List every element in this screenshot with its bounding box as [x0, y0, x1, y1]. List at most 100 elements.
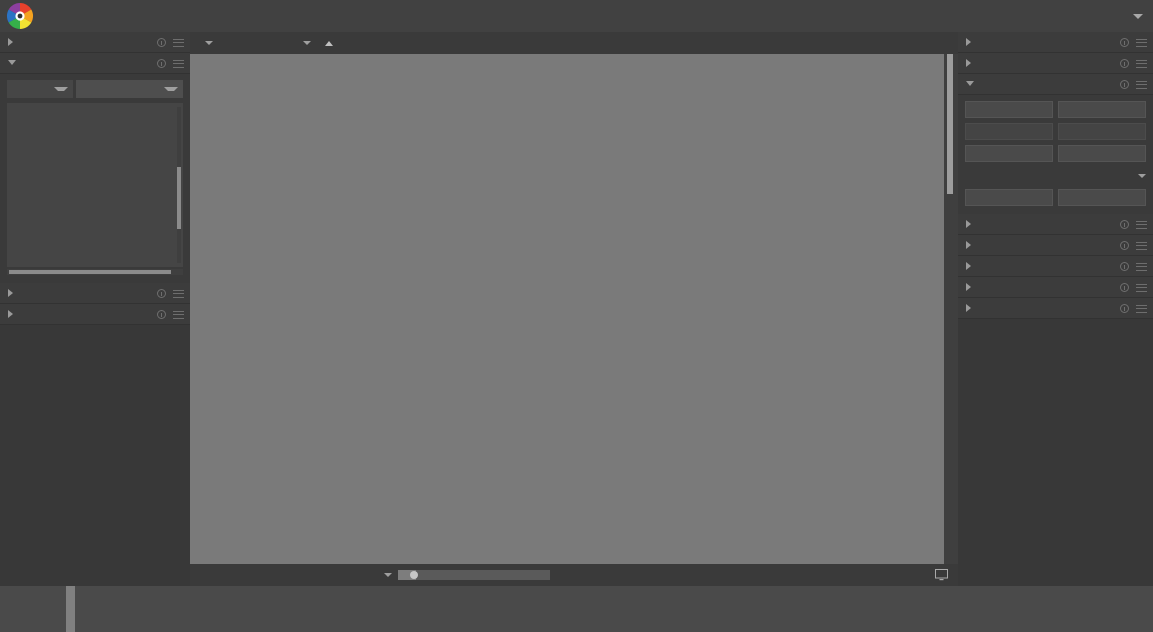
collect-results-list[interactable] [7, 103, 183, 267]
reset-icon[interactable] [157, 59, 166, 68]
history-paste-row [965, 123, 1146, 140]
module-header-select[interactable] [958, 32, 1153, 53]
view-switcher [1093, 0, 1143, 32]
chevron-right-icon [966, 220, 971, 228]
collect-criteria-row [7, 80, 183, 98]
chevron-right-icon [966, 283, 971, 291]
chevron-right-icon [966, 262, 971, 270]
collect-images-body [0, 74, 190, 283]
scrollbar-thumb[interactable] [947, 54, 953, 194]
presets-menu-icon[interactable] [1136, 284, 1147, 292]
selection-status-text [0, 0, 1153, 32]
reset-icon[interactable] [1120, 38, 1129, 47]
center-toolbar-right-icons [923, 32, 950, 54]
reset-icon[interactable] [1120, 241, 1129, 250]
module-header-icons [1120, 277, 1147, 298]
grid-vertical-scrollbar[interactable] [944, 54, 958, 564]
reset-icon[interactable] [1120, 80, 1129, 89]
app-logo[interactable] [6, 2, 38, 30]
module-header-icons [157, 53, 184, 74]
presets-menu-icon[interactable] [173, 290, 184, 298]
compress-history-button[interactable] [965, 145, 1053, 162]
center-view [190, 32, 958, 586]
scrollbar-thumb[interactable] [9, 270, 171, 274]
module-header-icons [1120, 235, 1147, 256]
module-header-icons [157, 283, 184, 304]
timeline-cursor[interactable] [66, 586, 75, 632]
module-header-history-stack[interactable] [958, 74, 1153, 95]
write-sidecar-files-button[interactable] [1058, 189, 1146, 206]
scrollbar-thumb[interactable] [177, 167, 181, 229]
chevron-down-icon[interactable] [1133, 14, 1143, 19]
module-header-image-information[interactable] [0, 304, 190, 325]
presets-menu-icon[interactable] [1136, 242, 1147, 250]
module-header-icons [157, 32, 184, 53]
presets-menu-icon[interactable] [173, 60, 184, 68]
chevron-down-icon [54, 87, 68, 91]
thumbnail-grid[interactable] [190, 54, 958, 564]
module-header-icons [1120, 298, 1147, 319]
slider-knob[interactable] [410, 571, 418, 579]
module-header-recently-used-collections[interactable] [0, 283, 190, 304]
sort-ascending-icon[interactable] [325, 41, 333, 46]
reset-icon[interactable] [157, 310, 166, 319]
history-mode-row[interactable] [965, 167, 1146, 184]
reset-icon[interactable] [1120, 262, 1129, 271]
copy-all-button[interactable] [1058, 101, 1146, 118]
right-panel [958, 32, 1153, 586]
reset-icon[interactable] [1120, 304, 1129, 313]
presets-menu-icon[interactable] [173, 311, 184, 319]
module-header-import[interactable] [0, 32, 190, 53]
discard-history-button[interactable] [1058, 145, 1146, 162]
module-header-metadata-editor[interactable] [958, 235, 1153, 256]
chevron-right-icon [8, 38, 13, 46]
module-header-export-selected[interactable] [958, 298, 1153, 319]
module-header-collect-images[interactable] [0, 53, 190, 74]
chevron-down-icon [966, 81, 974, 90]
collect-property-dropdown[interactable] [7, 80, 73, 98]
presets-menu-icon[interactable] [1136, 60, 1147, 68]
module-header-selected-images[interactable] [958, 53, 1153, 74]
reset-icon[interactable] [1120, 220, 1129, 229]
load-sidecar-file-button[interactable] [965, 189, 1053, 206]
reset-icon[interactable] [157, 38, 166, 47]
module-header-icons [1120, 256, 1147, 277]
module-header-tagging[interactable] [958, 256, 1153, 277]
collect-list-horizontal-scrollbar[interactable] [7, 269, 183, 275]
module-header-icons [1120, 53, 1147, 74]
sidecar-row [965, 189, 1146, 206]
presets-menu-icon[interactable] [1136, 81, 1147, 89]
chevron-right-icon [966, 38, 971, 46]
timeline-module[interactable] [0, 586, 1153, 632]
module-header-styles[interactable] [958, 214, 1153, 235]
chevron-down-icon [1138, 174, 1146, 178]
reset-icon[interactable] [1120, 59, 1129, 68]
chevron-right-icon [8, 310, 13, 318]
top-bar [0, 0, 1153, 32]
zoom-level-slider[interactable] [398, 570, 550, 580]
reset-icon[interactable] [157, 289, 166, 298]
center-top-toolbar [190, 32, 958, 54]
module-header-geotagging[interactable] [958, 277, 1153, 298]
reset-icon[interactable] [1120, 283, 1129, 292]
center-bottom-toolbar [190, 564, 958, 586]
presets-menu-icon[interactable] [1136, 305, 1147, 313]
presets-menu-icon[interactable] [1136, 221, 1147, 229]
module-header-icons [157, 304, 184, 325]
display-monitor-icon[interactable] [935, 566, 948, 585]
paste-all-button[interactable] [1058, 123, 1146, 140]
presets-menu-icon[interactable] [1136, 263, 1147, 271]
presets-menu-icon[interactable] [173, 39, 184, 47]
presets-menu-icon[interactable] [1136, 39, 1147, 47]
collect-list-vertical-scrollbar[interactable] [177, 107, 181, 263]
left-panel [0, 32, 190, 586]
copy-button[interactable] [965, 101, 1053, 118]
chevron-down-icon[interactable] [205, 41, 213, 45]
collect-value-dropdown[interactable] [76, 80, 183, 98]
chevron-right-icon [8, 289, 13, 297]
module-header-icons [1120, 214, 1147, 235]
chevron-down-icon[interactable] [303, 41, 311, 45]
module-header-icons [1120, 32, 1147, 53]
paste-button[interactable] [965, 123, 1053, 140]
layout-mode-dropdown[interactable] [302, 573, 392, 577]
